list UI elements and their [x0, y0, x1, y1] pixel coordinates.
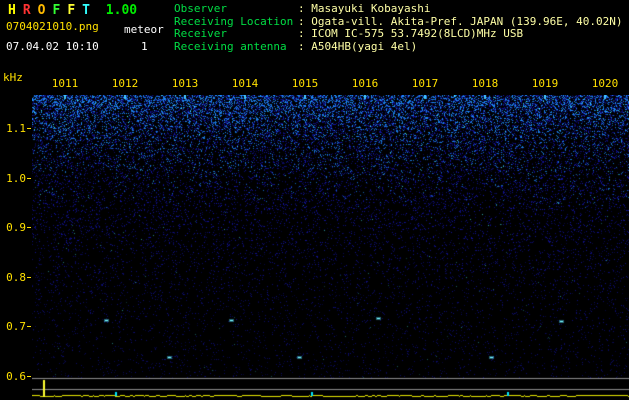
app-version: 1.00	[105, 3, 138, 18]
logo-letter: F	[52, 3, 61, 18]
freq-tick-label: 1.0	[6, 171, 26, 185]
time-tick-label: 1016	[351, 77, 379, 90]
logo-letter: R	[22, 3, 31, 18]
freq-tick-label: 0.9	[6, 221, 26, 234]
freq-tick-mark	[27, 276, 31, 278]
observer-info-block: Observer: Masayuki Kobayashi Receiving Lo…	[174, 2, 623, 54]
spectrogram-canvas	[32, 95, 629, 400]
freq-tick-mark	[27, 128, 31, 129]
time-tick-label: 1011	[51, 77, 79, 90]
info-label: Receiving antenna	[174, 39, 287, 53]
time-tick-label: 1015	[291, 77, 319, 90]
mode-count: 1	[141, 40, 148, 53]
info-value: : Ogata-vill. Akita-Pref. JAPAN (139.96E…	[298, 14, 623, 28]
time-tick-label: 1012	[111, 77, 139, 90]
hrofft-spectrogram-window: HROFFT 1.00 0704021010.png 07.04.02 10:1…	[0, 0, 629, 400]
info-value: : A504HB(yagi 4el)	[298, 39, 418, 53]
time-tick-label: 1018	[471, 77, 499, 90]
logo-letter: H	[8, 3, 16, 18]
freq-tick-mark	[27, 326, 31, 327]
logo-letter: T	[82, 3, 90, 18]
time-tick-label: 1017	[411, 77, 439, 90]
freq-tick-mark	[27, 227, 31, 228]
freq-tick-label: 0.6	[6, 369, 26, 383]
time-tick-label: 1014	[231, 77, 259, 90]
mode-label: meteor	[124, 23, 164, 36]
info-value: : Masayuki Kobayashi	[298, 2, 431, 15]
logo-letter: O	[37, 3, 46, 18]
time-tick-label: 1013	[171, 77, 199, 90]
app-title: HROFFT 1.00	[8, 3, 137, 18]
freq-tick-label: 0.8	[6, 270, 26, 284]
freq-tick-label: 0.7	[6, 320, 26, 333]
info-label: Observer	[174, 2, 227, 15]
time-tick-label: 1019	[531, 77, 559, 90]
logo-letter: F	[67, 3, 76, 18]
freq-tick-label: 1.1	[6, 122, 26, 135]
info-label: Receiver	[174, 27, 227, 40]
app-title-letters: HROFFT	[8, 3, 97, 18]
time-tick-label: 1020	[591, 77, 619, 90]
date-time-stamp: 07.04.02 10:10	[6, 40, 99, 53]
output-filename: 0704021010.png	[6, 20, 99, 33]
freq-tick-mark	[27, 177, 31, 179]
freq-axis-unit-label: kHz	[3, 71, 23, 84]
info-row: Receiving antenna : A504HB(yagi 4el)	[174, 39, 623, 54]
freq-tick-mark	[27, 375, 31, 377]
info-value: : ICOM IC-575 53.7492(8LCD)MHz USB	[298, 27, 524, 40]
